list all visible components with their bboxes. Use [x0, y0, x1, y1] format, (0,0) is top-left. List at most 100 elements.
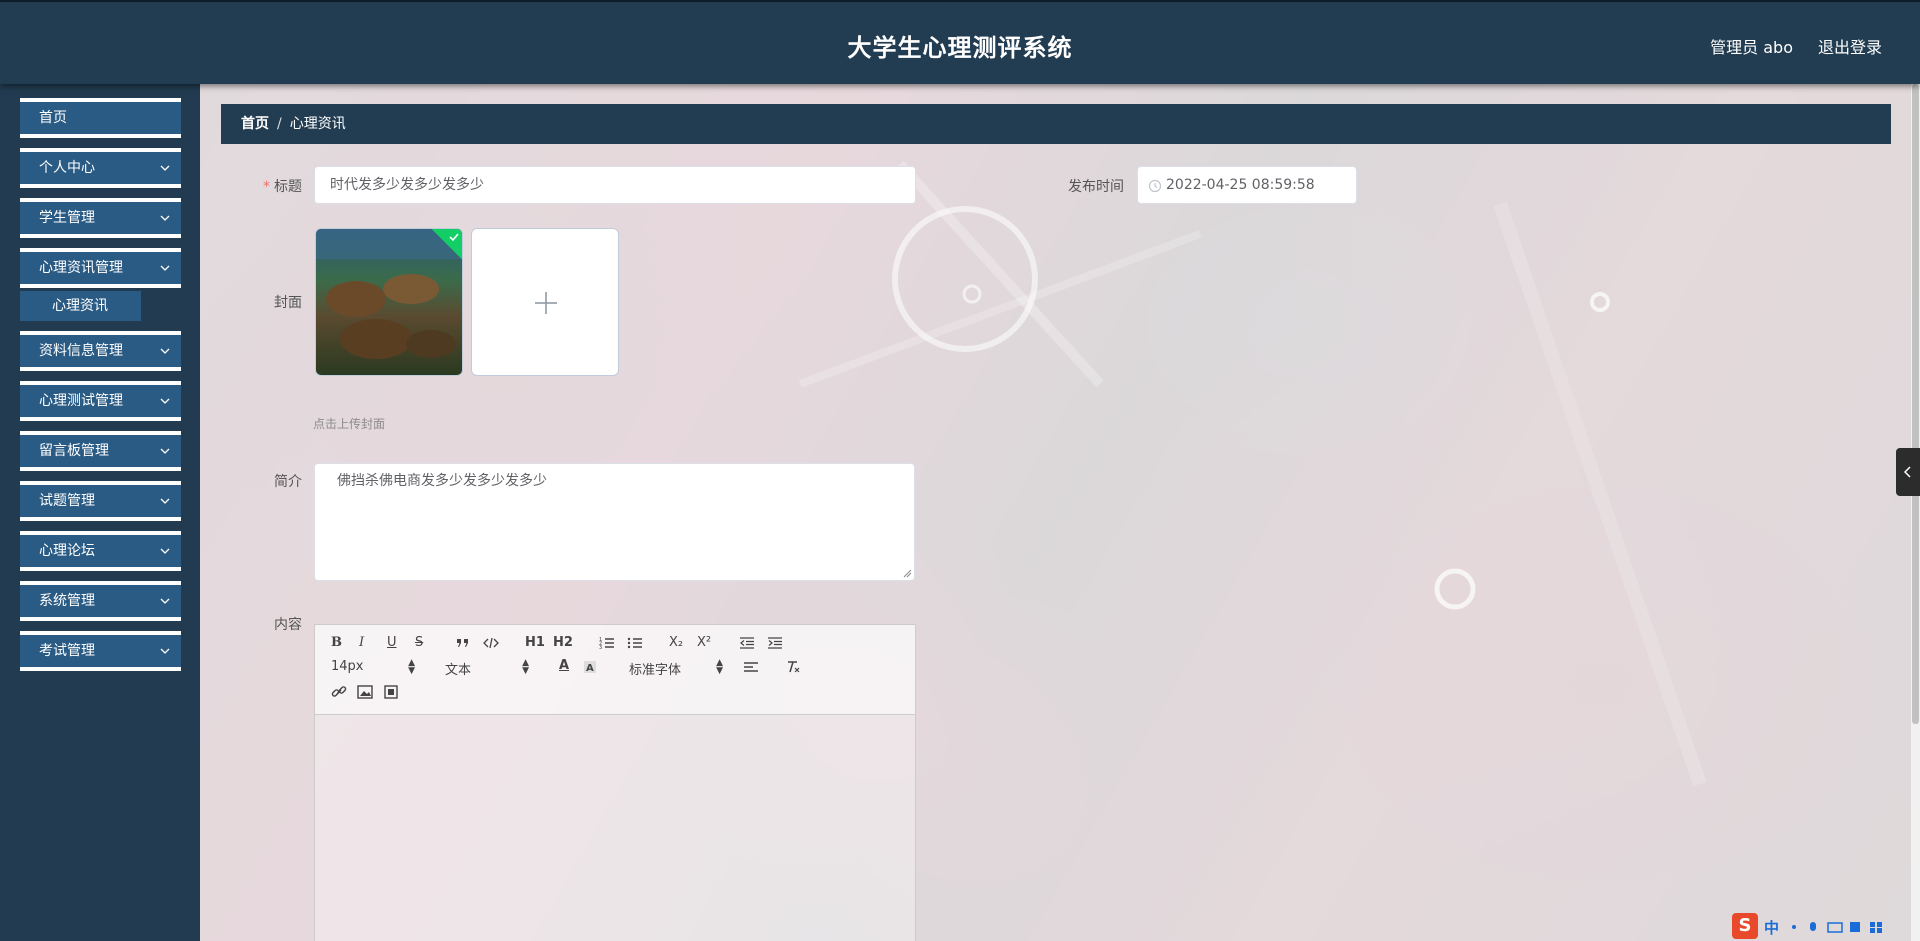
sidebar-item-student-management[interactable]: 学生管理	[20, 198, 181, 238]
ime-language: 中	[1764, 919, 1780, 937]
sidebar-item-label: 学生管理	[39, 210, 95, 226]
sidebar-item-label: 留言板管理	[39, 443, 109, 459]
publish-time-picker[interactable]: 2022-04-25 08:59:58	[1137, 166, 1357, 204]
font-size-value: 14px	[331, 659, 364, 674]
resize-handle-icon[interactable]	[902, 568, 912, 578]
chevron-down-icon	[160, 498, 170, 504]
chevron-down-icon	[160, 648, 170, 654]
logout-link[interactable]: 退出登录	[1818, 34, 1882, 58]
collapse-side-panel-button[interactable]	[1896, 448, 1920, 496]
svg-text:3: 3	[599, 645, 602, 650]
ime-tool-icons	[1792, 922, 1882, 933]
sidebar-item-label: 首页	[39, 110, 67, 126]
breadcrumb-current: 心理资讯	[289, 116, 346, 132]
intro-textarea[interactable]: 佛挡杀佛电商发多少发多少发多少	[314, 463, 915, 581]
subscript-button[interactable]: X₂	[669, 635, 683, 650]
ordered-list-icon[interactable]: 123	[599, 636, 615, 650]
app-title: 大学生心理测评系统	[847, 34, 1073, 62]
sidebar: 首页 个人中心 学生管理 心理资讯管理 心理资讯 资料信息管理 心理测试管理 留…	[0, 84, 200, 941]
h1-button[interactable]: H1	[525, 635, 545, 650]
sidebar-item-test-management[interactable]: 心理测试管理	[20, 381, 181, 421]
breadcrumb-separator: /	[277, 116, 282, 132]
sidebar-item-system-management[interactable]: 系统管理	[20, 581, 181, 621]
sidebar-item-label: 试题管理	[39, 493, 95, 509]
sidebar-subitem-label: 心理资讯	[52, 298, 108, 314]
select-arrows-icon: ▲ ▼	[716, 658, 723, 676]
main-content: 首页 / 心理资讯 * 标题 时代发多少发多少发多少 发布时间 2022-04-25 …	[200, 84, 1920, 941]
chevron-down-icon	[160, 548, 170, 554]
sidebar-item-exam-management[interactable]: 考试管理	[20, 631, 181, 671]
breadcrumb-home[interactable]: 首页	[241, 116, 269, 132]
publish-time-label: 发布时间	[1068, 179, 1124, 195]
sidebar-item-label: 心理测试管理	[39, 393, 123, 409]
font-family-value: 标准字体	[629, 663, 682, 678]
outdent-icon[interactable]	[739, 636, 755, 650]
chevron-down-icon	[160, 215, 170, 221]
sidebar-item-label: 个人中心	[39, 160, 95, 176]
scrollbar-thumb[interactable]	[1912, 84, 1919, 724]
chevron-left-icon	[1903, 466, 1911, 478]
title-label: * 标题	[263, 179, 302, 195]
sidebar-item-news-management[interactable]: 心理资讯管理	[20, 248, 181, 288]
sidebar-item-home[interactable]: 首页	[20, 98, 181, 138]
bullet-list-icon[interactable]	[627, 636, 643, 650]
svg-text:A: A	[586, 663, 594, 674]
plus-icon	[535, 292, 557, 314]
blockquote-icon[interactable]	[455, 637, 471, 649]
intro-label: 简介	[274, 474, 302, 490]
sidebar-item-label: 心理资讯管理	[39, 260, 123, 276]
sidebar-item-question-management[interactable]: 试题管理	[20, 481, 181, 521]
align-icon[interactable]	[743, 661, 759, 673]
h2-button[interactable]: H2	[553, 635, 573, 650]
video-icon[interactable]	[383, 685, 399, 699]
page-scrollbar[interactable]	[1911, 84, 1920, 941]
cover-image	[316, 229, 462, 359]
title-input[interactable]: 时代发多少发多少发多少	[314, 166, 916, 204]
content-label: 内容	[274, 617, 302, 633]
font-size-select[interactable]: 14px ▲ ▼	[331, 658, 415, 676]
rich-text-editor: B I U S H1 H2 123 X₂ X² 14px ▲ ▼ 文本 ▲ ▼ A …	[314, 624, 916, 941]
image-icon[interactable]	[357, 685, 373, 699]
top-header: 大学生心理测评系统 管理员 abo 退出登录	[0, 0, 1920, 84]
cover-upload-button[interactable]	[471, 228, 619, 376]
sidebar-item-message-board[interactable]: 留言板管理	[20, 431, 181, 471]
chevron-down-icon	[160, 448, 170, 454]
editor-toolbar: B I U S H1 H2 123 X₂ X² 14px ▲ ▼ 文本 ▲ ▼ A …	[315, 625, 915, 715]
sidebar-item-personal-center[interactable]: 个人中心	[20, 148, 181, 188]
superscript-button[interactable]: X²	[697, 635, 711, 650]
sidebar-item-label: 系统管理	[39, 593, 95, 609]
cover-thumbnail[interactable]	[315, 228, 463, 376]
check-icon	[449, 233, 459, 242]
code-block-icon[interactable]	[483, 637, 499, 649]
sidebar-item-material-management[interactable]: 资料信息管理	[20, 331, 181, 371]
strike-button[interactable]: S	[415, 635, 423, 650]
sidebar-item-forum[interactable]: 心理论坛	[20, 531, 181, 571]
link-icon[interactable]	[331, 685, 347, 699]
chevron-down-icon	[160, 398, 170, 404]
cover-upload-hint: 点击上传封面	[313, 417, 386, 431]
required-mark: *	[263, 179, 270, 195]
chevron-down-icon	[160, 265, 170, 271]
indent-icon[interactable]	[767, 636, 783, 650]
background-color-icon[interactable]: A	[583, 660, 597, 674]
sidebar-subitem-psych-news[interactable]: 心理资讯	[20, 291, 141, 321]
ime-logo: S	[1732, 913, 1758, 939]
clear-format-icon[interactable]	[785, 660, 801, 674]
italic-button[interactable]: I	[359, 635, 364, 650]
admin-user-label: 管理员 abo	[1710, 38, 1793, 57]
chevron-down-icon	[160, 165, 170, 171]
chevron-down-icon	[160, 598, 170, 604]
sidebar-item-label: 心理论坛	[39, 543, 95, 559]
underline-button[interactable]: U	[387, 635, 397, 650]
header-format-value: 文本	[445, 663, 472, 678]
cover-label: 封面	[274, 295, 302, 311]
select-arrows-icon: ▲ ▼	[522, 658, 529, 676]
font-family-select[interactable]: 标准字体 ▲ ▼	[629, 658, 723, 679]
ime-toolbar[interactable]: S 中	[1732, 913, 1908, 939]
text-color-button[interactable]: A	[559, 658, 569, 673]
header-format-select[interactable]: 文本 ▲ ▼	[445, 658, 529, 679]
bold-button[interactable]: B	[331, 635, 342, 650]
select-arrows-icon: ▲ ▼	[408, 658, 415, 676]
chevron-down-icon	[160, 348, 170, 354]
publish-time-value: 2022-04-25 08:59:58	[1166, 177, 1315, 193]
